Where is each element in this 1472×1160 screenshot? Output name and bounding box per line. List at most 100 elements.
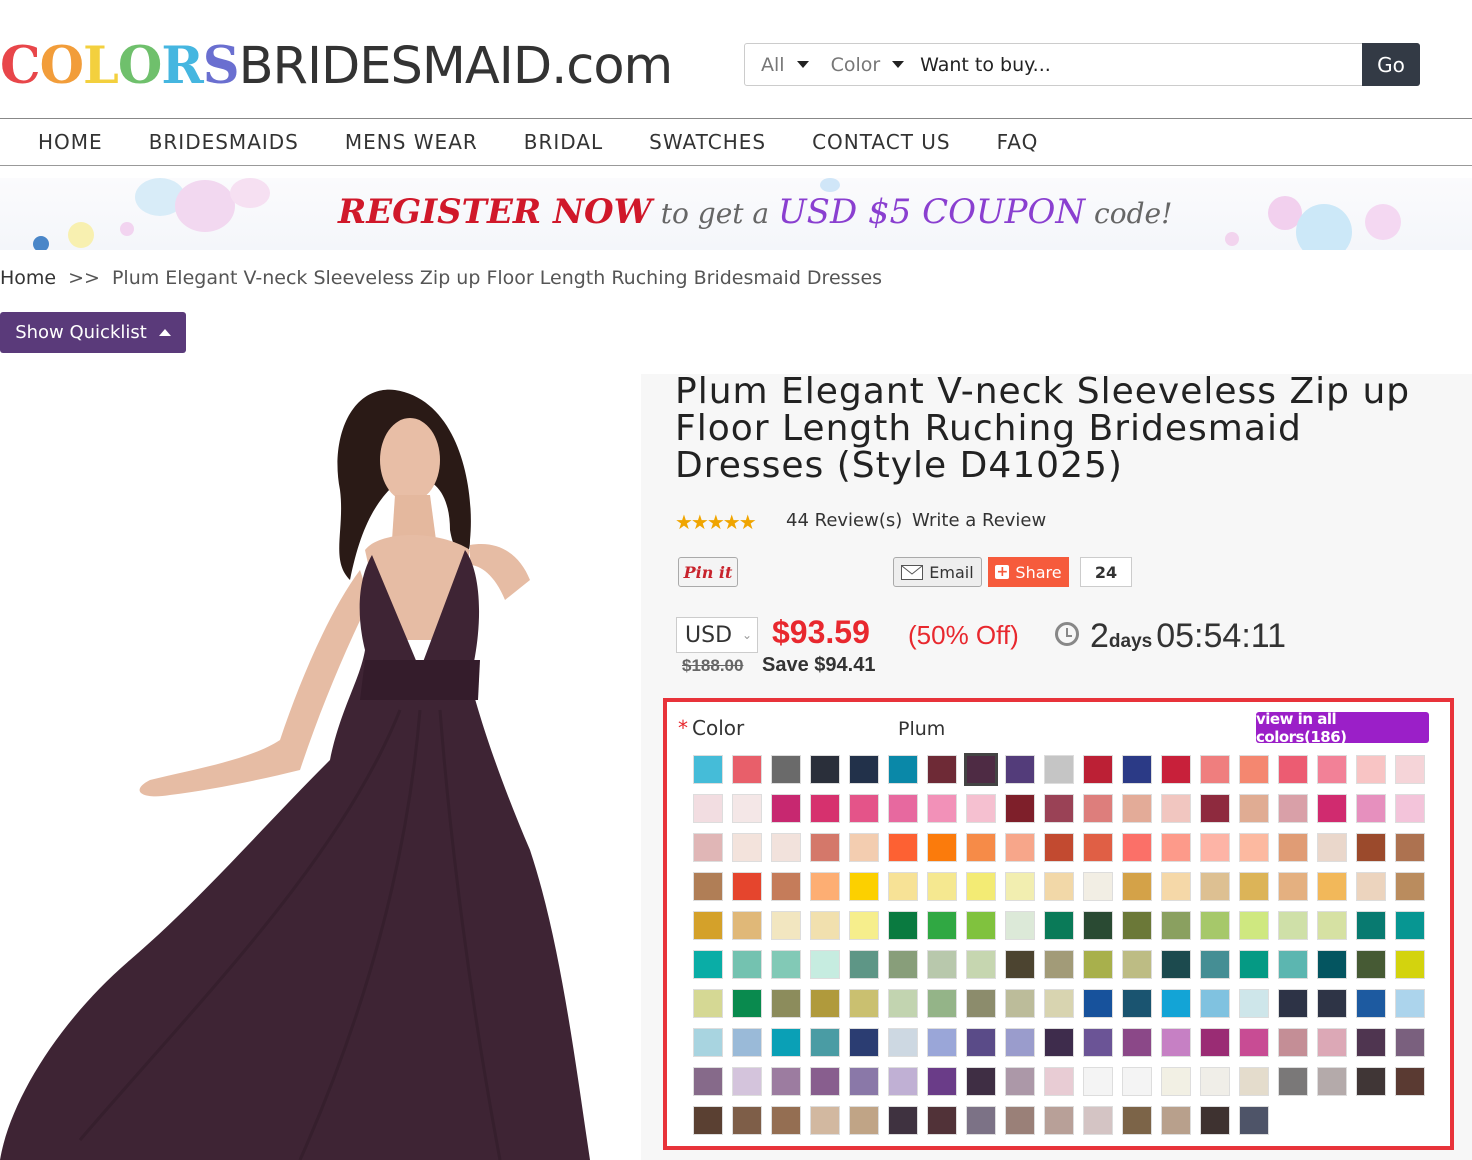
color-swatch[interactable]: [1317, 1028, 1347, 1057]
color-swatch[interactable]: [1005, 911, 1035, 940]
color-swatch[interactable]: [849, 1028, 879, 1057]
reviews-link[interactable]: 44 Review(s): [786, 510, 902, 531]
color-swatch[interactable]: [1356, 833, 1386, 862]
color-swatch[interactable]: [1395, 1028, 1425, 1057]
color-swatch[interactable]: [1200, 989, 1230, 1018]
color-swatch[interactable]: [1356, 950, 1386, 979]
color-swatch[interactable]: [1317, 950, 1347, 979]
color-swatch[interactable]: [1239, 833, 1269, 862]
color-swatch[interactable]: [1395, 989, 1425, 1018]
color-swatch[interactable]: [693, 1106, 723, 1135]
site-logo[interactable]: COLORSBRIDESMAID.com: [0, 36, 673, 96]
color-swatch[interactable]: [966, 833, 996, 862]
color-swatch[interactable]: [927, 1028, 957, 1057]
color-swatch[interactable]: [1278, 1028, 1308, 1057]
color-swatch[interactable]: [966, 872, 996, 901]
color-swatch[interactable]: [1161, 755, 1191, 784]
color-swatch[interactable]: [1356, 872, 1386, 901]
color-swatch[interactable]: [888, 872, 918, 901]
color-swatch[interactable]: [849, 755, 879, 784]
color-swatch[interactable]: [1122, 794, 1152, 823]
nav-item-home[interactable]: HOME: [38, 130, 103, 154]
color-swatch[interactable]: [927, 872, 957, 901]
color-swatch[interactable]: [1044, 911, 1074, 940]
color-swatch[interactable]: [1200, 950, 1230, 979]
color-swatch[interactable]: [810, 1106, 840, 1135]
color-swatch[interactable]: [849, 950, 879, 979]
color-swatch[interactable]: [1239, 1028, 1269, 1057]
color-swatch[interactable]: [1278, 872, 1308, 901]
color-swatch[interactable]: [888, 911, 918, 940]
color-swatch[interactable]: [1200, 1106, 1230, 1135]
color-swatch[interactable]: [1161, 950, 1191, 979]
color-swatch[interactable]: [1122, 989, 1152, 1018]
color-swatch[interactable]: [1395, 872, 1425, 901]
color-swatch[interactable]: [966, 950, 996, 979]
color-swatch[interactable]: [1122, 1106, 1152, 1135]
color-swatch[interactable]: [849, 833, 879, 862]
coupon-banner[interactable]: REGISTER NOW to get a USD $5 COUPON code…: [0, 178, 1472, 250]
color-swatch[interactable]: [771, 1028, 801, 1057]
color-swatch[interactable]: [732, 1106, 762, 1135]
nav-item-contact-us[interactable]: CONTACT US: [812, 130, 951, 154]
search-go-button[interactable]: Go: [1362, 43, 1420, 86]
color-swatch[interactable]: [849, 1067, 879, 1096]
color-swatch[interactable]: [810, 794, 840, 823]
color-swatch[interactable]: [771, 755, 801, 784]
color-swatch[interactable]: [1083, 989, 1113, 1018]
color-swatch[interactable]: [966, 989, 996, 1018]
nav-item-faq[interactable]: FAQ: [997, 130, 1039, 154]
color-swatch[interactable]: [1044, 755, 1074, 784]
color-swatch[interactable]: [1005, 1106, 1035, 1135]
color-swatch[interactable]: [1278, 1067, 1308, 1096]
color-swatch[interactable]: [732, 950, 762, 979]
color-swatch[interactable]: [1356, 911, 1386, 940]
color-swatch[interactable]: [693, 989, 723, 1018]
color-swatch[interactable]: [927, 1106, 957, 1135]
color-swatch[interactable]: [1122, 833, 1152, 862]
color-swatch[interactable]: [1395, 950, 1425, 979]
color-swatch[interactable]: [888, 794, 918, 823]
color-swatch[interactable]: [927, 1067, 957, 1096]
color-swatch[interactable]: [888, 755, 918, 784]
color-swatch[interactable]: [810, 989, 840, 1018]
color-swatch[interactable]: [849, 911, 879, 940]
color-swatch[interactable]: [849, 1106, 879, 1135]
color-swatch[interactable]: [888, 1106, 918, 1135]
color-swatch[interactable]: [771, 1106, 801, 1135]
color-swatch[interactable]: [966, 1028, 996, 1057]
email-share-button[interactable]: Email: [893, 557, 982, 587]
color-swatch[interactable]: [1044, 833, 1074, 862]
color-swatch[interactable]: [1044, 872, 1074, 901]
color-swatch[interactable]: [888, 1028, 918, 1057]
category-filter-select[interactable]: All: [761, 54, 809, 76]
color-swatch[interactable]: [810, 1028, 840, 1057]
color-swatch[interactable]: [966, 911, 996, 940]
color-swatch[interactable]: [693, 1028, 723, 1057]
color-swatch[interactable]: [1395, 794, 1425, 823]
color-swatch[interactable]: [732, 989, 762, 1018]
color-swatch[interactable]: [810, 872, 840, 901]
color-swatch[interactable]: [1239, 755, 1269, 784]
color-swatch[interactable]: [927, 911, 957, 940]
color-swatch[interactable]: [1200, 833, 1230, 862]
color-swatch[interactable]: [1083, 1067, 1113, 1096]
color-swatch[interactable]: [1044, 989, 1074, 1018]
color-swatch[interactable]: [732, 794, 762, 823]
color-swatch[interactable]: [1122, 872, 1152, 901]
pin-it-button[interactable]: Pin it: [678, 557, 738, 587]
color-swatch[interactable]: [888, 989, 918, 1018]
color-swatch[interactable]: [927, 989, 957, 1018]
color-swatch[interactable]: [966, 1106, 996, 1135]
color-swatch[interactable]: [1317, 872, 1347, 901]
color-swatch[interactable]: [1005, 989, 1035, 1018]
color-swatch[interactable]: [1278, 950, 1308, 979]
color-swatch[interactable]: [810, 911, 840, 940]
color-swatch[interactable]: [1317, 911, 1347, 940]
color-swatch[interactable]: [1005, 794, 1035, 823]
color-swatch[interactable]: [927, 833, 957, 862]
color-swatch[interactable]: [693, 911, 723, 940]
color-swatch[interactable]: [810, 833, 840, 862]
color-swatch[interactable]: [849, 872, 879, 901]
color-swatch[interactable]: [927, 950, 957, 979]
